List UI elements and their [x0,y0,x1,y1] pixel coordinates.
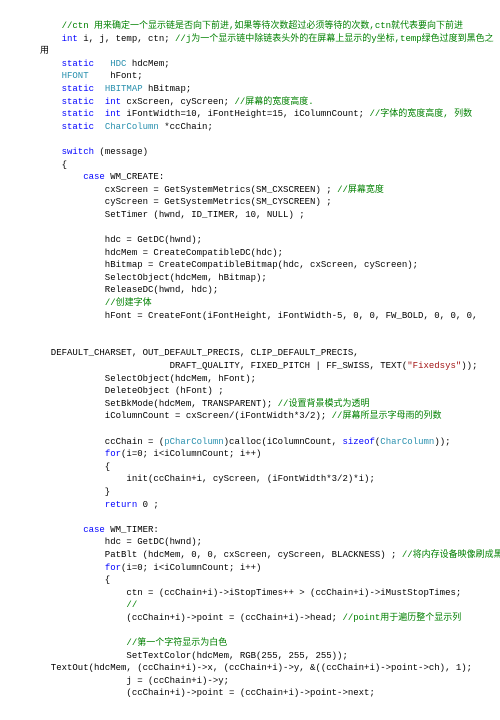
code-block: //ctn 用来确定一个显示链是否向下前进,如果等待次数超过必须等待的次数,ct… [40,20,460,700]
